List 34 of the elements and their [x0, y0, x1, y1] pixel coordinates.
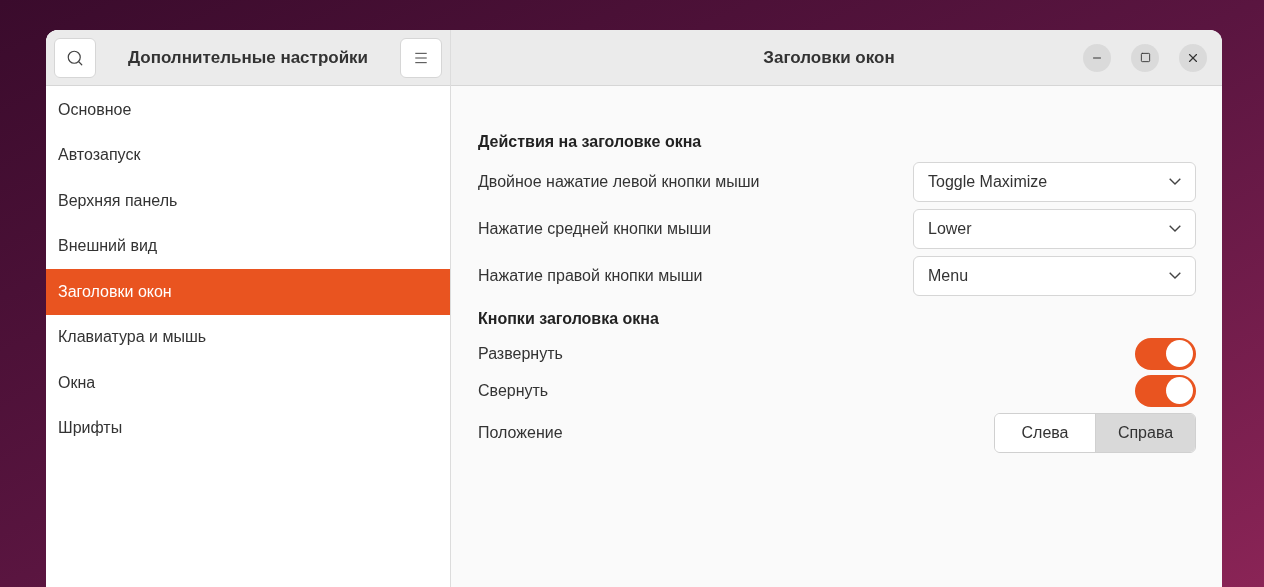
sidebar-title: Дополнительные настройки	[127, 46, 369, 69]
sidebar-item[interactable]: Шрифты	[46, 405, 450, 451]
segment-button[interactable]: Слева	[995, 414, 1095, 452]
section-heading: Кнопки заголовка окна	[478, 309, 660, 329]
chevron-down-icon	[1169, 178, 1181, 185]
setting-label: Нажатие правой кнопки мыши	[478, 265, 703, 286]
window-title: Заголовки окон	[762, 46, 896, 69]
sidebar-item[interactable]: Клавиатура и мышь	[46, 314, 450, 360]
menu-button[interactable]	[400, 37, 442, 78]
toggle-switch[interactable]	[1135, 374, 1196, 407]
dropdown[interactable]: Toggle Maximize	[913, 161, 1196, 202]
setting-label: Развернуть	[478, 343, 563, 364]
search-icon	[66, 48, 84, 67]
setting-label: Положение	[478, 423, 563, 443]
sidebar-item[interactable]: Верхняя панель	[46, 178, 450, 224]
setting-label: Нажатие средней кнопки мыши	[478, 218, 712, 239]
setting-label: Свернуть	[478, 380, 549, 401]
close-button[interactable]	[1179, 43, 1207, 72]
maximize-icon	[1139, 52, 1151, 63]
sidebar-item[interactable]: Основное	[46, 87, 450, 133]
sidebar-item[interactable]: Внешний вид	[46, 223, 450, 269]
dropdown[interactable]: Menu	[913, 255, 1196, 296]
segment-button[interactable]: Справа	[1095, 414, 1195, 452]
maximize-button[interactable]	[1131, 43, 1159, 72]
search-button[interactable]	[54, 37, 96, 78]
sidebar-item[interactable]: Автозапуск	[46, 132, 450, 178]
sidebar-item[interactable]: Окна	[46, 360, 450, 406]
section-heading: Действия на заголовке окна	[478, 132, 703, 152]
chevron-down-icon	[1169, 272, 1181, 279]
dropdown[interactable]: Lower	[913, 208, 1196, 249]
toggle-switch[interactable]	[1135, 337, 1196, 370]
sidebar-item[interactable]: Заголовки окон	[46, 269, 450, 315]
setting-label: Двойное нажатие левой кнопки мыши	[478, 171, 760, 192]
chevron-down-icon	[1169, 225, 1181, 232]
